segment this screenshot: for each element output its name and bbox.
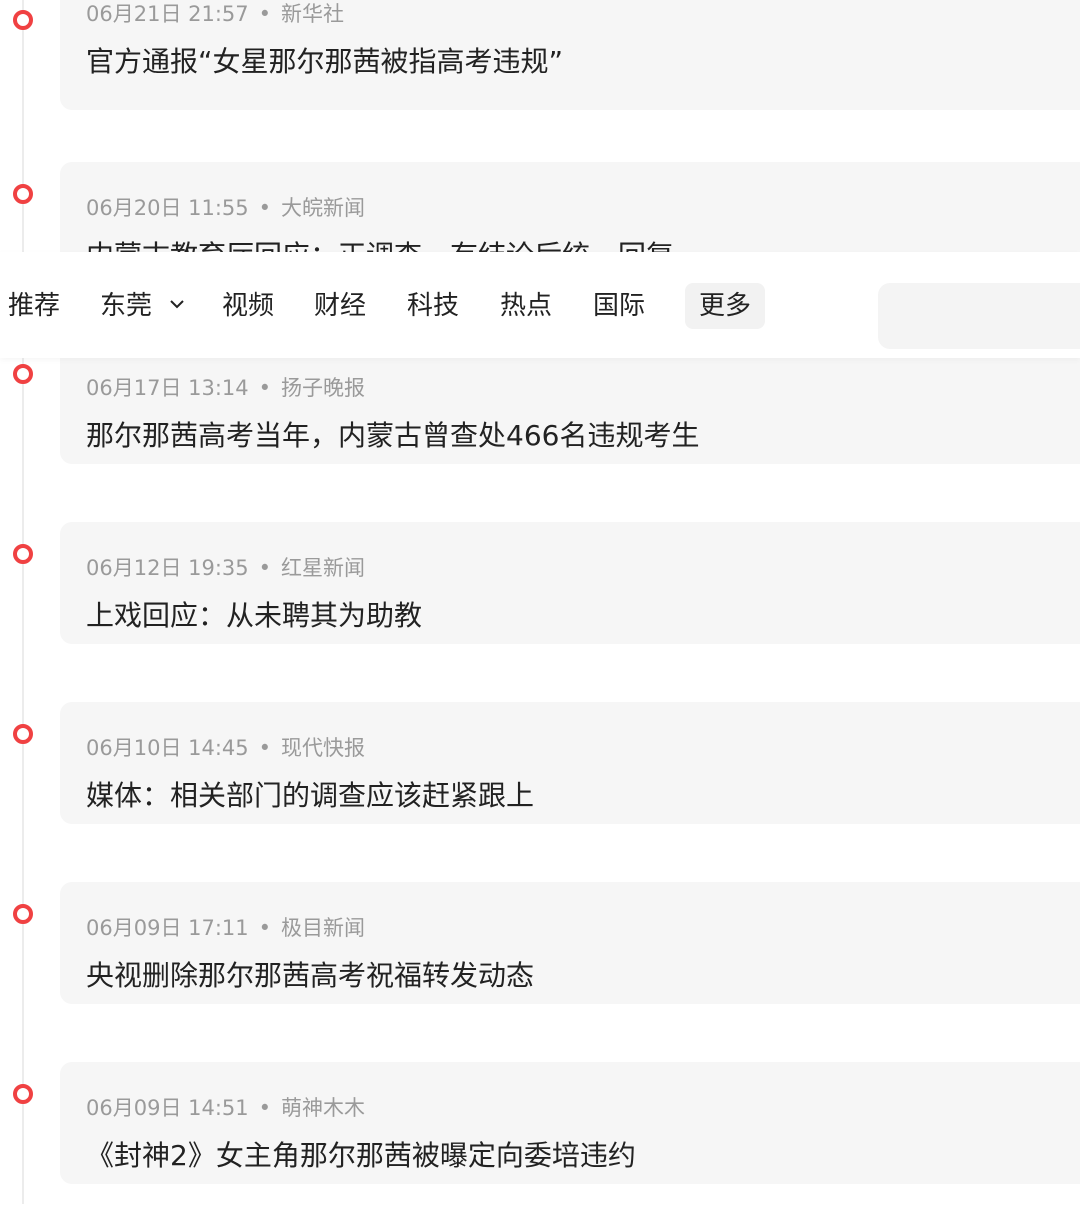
tab-international[interactable]: 国际 [593,289,645,323]
news-headline[interactable]: 上戏回应：从未聘其为助教 [86,598,422,634]
tab-tech[interactable]: 科技 [407,289,459,323]
news-source: 萌神木木 [281,1096,366,1120]
tab-recommend[interactable]: 推荐 [8,289,60,323]
news-card[interactable]: 06月10日 14:45 • 现代快报 媒体：相关部门的调查应该赶紧跟上 [60,702,1080,824]
news-card[interactable]: 06月09日 17:11 • 极目新闻 央视删除那尔那茜高考祝福转发动态 [60,882,1080,1004]
news-headline[interactable]: 媒体：相关部门的调查应该赶紧跟上 [86,778,534,814]
news-item[interactable]: 06月12日 19:35 • 红星新闻 上戏回应：从未聘其为助教 [0,522,1080,684]
news-time: 06月09日 17:11 [86,916,249,940]
news-item[interactable]: 06月09日 14:51 • 萌神木木 《封神2》女主角那尔那茜被曝定向委培违约 [0,1062,1080,1224]
meta-separator: • [258,196,272,220]
timeline-dot-icon [13,364,33,384]
meta-separator: • [258,916,272,940]
timeline-dot-icon [13,10,33,30]
timeline-dot-icon [13,1084,33,1104]
meta-separator: • [258,1096,272,1120]
news-source: 大皖新闻 [281,196,366,220]
news-time: 06月12日 19:35 [86,556,249,580]
news-card[interactable]: 06月17日 13:14 • 扬子晚报 那尔那茜高考当年，内蒙古曾查处466名违规考… [60,342,1080,464]
timeline-dot-icon [13,544,33,564]
meta-separator: • [258,2,272,26]
news-time: 06月17日 13:14 [86,376,249,400]
news-card[interactable]: 06月09日 14:51 • 萌神木木 《封神2》女主角那尔那茜被曝定向委培违约 [60,1062,1080,1184]
news-source: 新华社 [281,2,345,26]
news-source: 红星新闻 [281,556,366,580]
news-headline[interactable]: 那尔那茜高考当年，内蒙古曾查处466名违规考生 [86,418,699,454]
news-meta: 06月09日 17:11 • 极目新闻 [86,915,365,941]
news-source: 扬子晚报 [281,376,366,400]
news-source: 现代快报 [281,736,366,760]
timeline-dot-icon [13,184,33,204]
news-source: 极目新闻 [281,916,366,940]
meta-separator: • [258,556,272,580]
news-time: 06月09日 14:51 [86,1096,249,1120]
news-headline[interactable]: 《封神2》女主角那尔那茜被曝定向委培违约 [86,1138,636,1174]
news-item[interactable]: 06月09日 17:11 • 极目新闻 央视删除那尔那茜高考祝福转发动态 [0,882,1080,1044]
news-meta: 06月17日 13:14 • 扬子晚报 [86,375,365,401]
meta-separator: • [258,376,272,400]
news-item[interactable]: 06月10日 14:45 • 现代快报 媒体：相关部门的调查应该赶紧跟上 [0,702,1080,864]
news-timeline: 06月21日 21:57 • 新华社 官方通报“女星那尔那茜被指高考违规” 06月2… [0,0,1080,1204]
news-time: 06月20日 11:55 [86,196,249,220]
news-headline[interactable]: 央视删除那尔那茜高考祝福转发动态 [86,958,534,994]
more-button[interactable]: 更多 [685,283,765,329]
news-card[interactable]: 06月21日 21:57 • 新华社 官方通报“女星那尔那茜被指高考违规” [60,0,1080,110]
news-meta: 06月09日 14:51 • 萌神木木 [86,1095,365,1121]
tab-hot[interactable]: 热点 [500,289,552,323]
news-item[interactable]: 06月21日 21:57 • 新华社 官方通报“女星那尔那茜被指高考违规” [0,0,1080,150]
news-item[interactable]: 06月17日 13:14 • 扬子晚报 那尔那茜高考当年，内蒙古曾查处466名违规考… [0,342,1080,504]
meta-separator: • [258,736,272,760]
chevron-down-icon[interactable] [168,297,186,311]
news-meta: 06月21日 21:57 • 新华社 [86,1,344,27]
search-input[interactable] [878,283,1080,349]
tab-location[interactable]: 东莞 [100,289,152,323]
news-time: 06月21日 21:57 [86,2,249,26]
news-headline[interactable]: 官方通报“女星那尔那茜被指高考违规” [86,44,563,80]
timeline-dot-icon [13,904,33,924]
news-meta: 06月12日 19:35 • 红星新闻 [86,555,365,581]
timeline-dot-icon [13,724,33,744]
tab-video[interactable]: 视频 [222,289,274,323]
news-time: 06月10日 14:45 [86,736,249,760]
news-meta: 06月10日 14:45 • 现代快报 [86,735,365,761]
tab-finance[interactable]: 财经 [314,289,366,323]
news-meta: 06月20日 11:55 • 大皖新闻 [86,195,365,221]
news-card[interactable]: 06月12日 19:35 • 红星新闻 上戏回应：从未聘其为助教 [60,522,1080,644]
